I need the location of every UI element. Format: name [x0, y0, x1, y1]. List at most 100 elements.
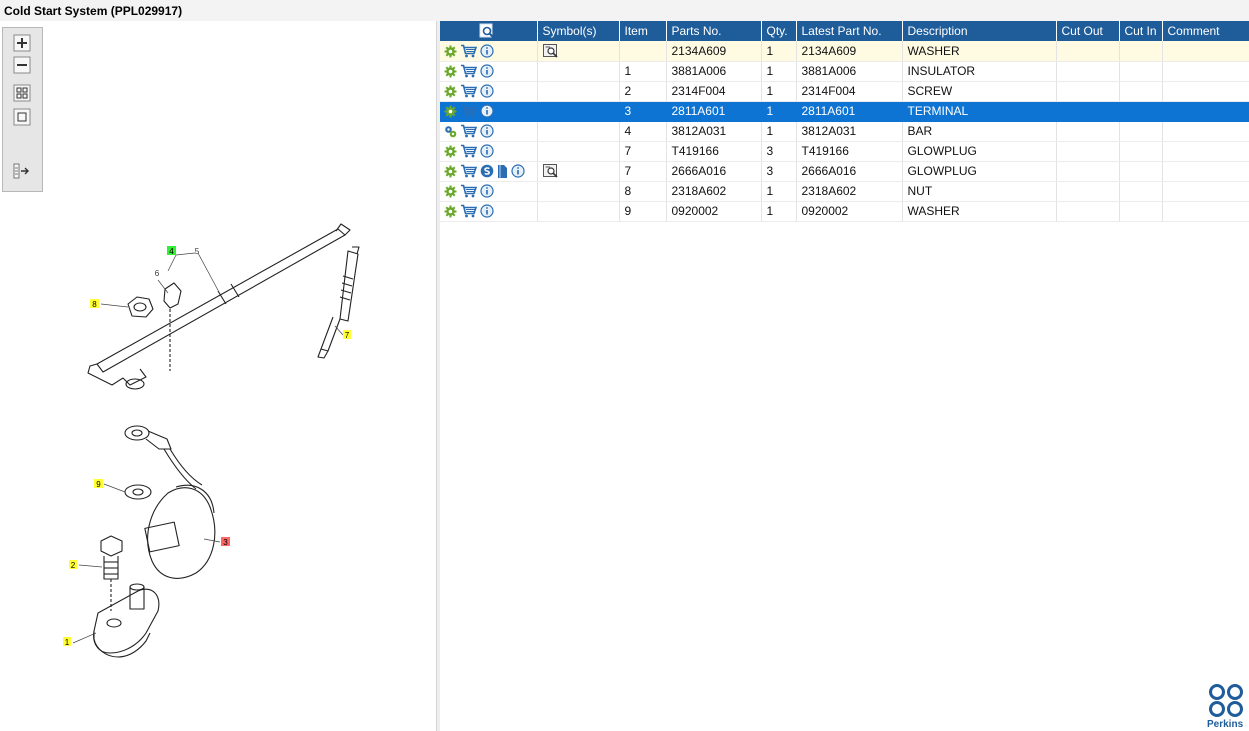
cell-item: 8 [619, 181, 667, 202]
cell-qty: 1 [761, 81, 797, 102]
callout-6[interactable]: 6 [155, 269, 160, 278]
cell-parts-no: 2811A601 [666, 101, 762, 122]
svg-text:9: 9 [96, 480, 101, 489]
info-icon[interactable] [480, 44, 494, 58]
service-icon[interactable] [480, 164, 494, 178]
gear-icon[interactable] [444, 145, 457, 158]
gears-icon[interactable] [444, 125, 457, 138]
info-icon[interactable] [480, 144, 494, 159]
info-icon[interactable] [480, 104, 494, 119]
gear-icon[interactable] [444, 45, 457, 58]
table-row[interactable]: 9 0920002 1 0920002 WASHER [440, 201, 1249, 222]
table-row[interactable]: 4 3812A031 1 3812A031 BAR [440, 121, 1249, 142]
column-header-item[interactable]: Item [619, 21, 667, 41]
cart-icon[interactable] [460, 204, 477, 218]
cell-cut-out [1056, 81, 1120, 102]
fit-all-icon[interactable] [13, 84, 31, 102]
cart-icon[interactable] [460, 44, 477, 58]
cell-symbols [537, 101, 620, 122]
header-search-icon[interactable] [440, 21, 538, 41]
actual-size-icon[interactable] [13, 108, 31, 126]
callout-2[interactable]: 2 [69, 560, 77, 570]
parts-table: Symbol(s) Item Parts No. Qty. Latest Par… [440, 21, 1249, 222]
gear-icon[interactable] [444, 105, 457, 118]
info-icon[interactable] [480, 124, 494, 139]
cell-parts-no: 3881A006 [666, 61, 762, 82]
callout-5[interactable]: 5 [195, 247, 200, 256]
cell-latest-part-no: 3881A006 [796, 61, 903, 82]
callout-9[interactable]: 9 [94, 479, 103, 489]
cart-icon[interactable] [460, 64, 477, 78]
cart-icon[interactable] [460, 164, 477, 178]
cell-cut-in [1119, 181, 1163, 202]
window-title: Cold Start System (PPL029917) [4, 4, 183, 18]
svg-text:4: 4 [169, 247, 174, 256]
zoom-out-icon[interactable] [13, 56, 31, 74]
cell-description: INSULATOR [902, 61, 1057, 82]
row-action-icons [440, 141, 538, 162]
toggle-panel-icon[interactable] [13, 162, 31, 180]
bar-part [96, 228, 346, 373]
callout-8[interactable]: 8 [90, 299, 99, 309]
cell-item: 1 [619, 61, 667, 82]
column-header-cut-out[interactable]: Cut Out [1056, 21, 1120, 41]
cart-icon[interactable] [460, 144, 477, 158]
table-row[interactable]: 1 3881A006 1 3881A006 INSULATOR [440, 61, 1249, 82]
callout-1[interactable]: 1 [63, 637, 71, 647]
screw-part [100, 535, 123, 557]
table-row[interactable]: 2134A609 1 2134A609 WASHER [440, 41, 1249, 62]
search-icon[interactable] [479, 23, 495, 39]
column-header-parts-no[interactable]: Parts No. [666, 21, 762, 41]
cell-latest-part-no: T419166 [796, 141, 903, 162]
cart-icon[interactable] [460, 104, 477, 118]
perkins-logo-text: Perkins [1207, 719, 1244, 730]
cell-description: WASHER [902, 201, 1057, 222]
cart-icon[interactable] [460, 124, 477, 138]
table-row[interactable]: 7 T419166 3 T419166 GLOWPLUG [440, 141, 1249, 162]
column-header-symbols[interactable]: Symbol(s) [537, 21, 620, 41]
gear-icon[interactable] [444, 165, 457, 178]
table-row[interactable]: 2 2314F004 1 2314F004 SCREW [440, 81, 1249, 102]
cell-qty: 3 [761, 141, 797, 162]
zoom-toolbar [2, 27, 43, 192]
info-icon[interactable] [511, 164, 525, 178]
doc-search-icon[interactable] [542, 164, 559, 178]
callout-3[interactable]: 3 [221, 537, 230, 547]
cell-cut-out [1056, 41, 1120, 62]
column-header-cut-in[interactable]: Cut In [1119, 21, 1163, 41]
column-header-qty[interactable]: Qty. [761, 21, 797, 41]
callout-7[interactable]: 7 [343, 330, 351, 340]
exploded-parts-diagram[interactable]: 1 2 3 4 5 6 7 8 9 [0, 21, 436, 731]
callout-4[interactable]: 4 [167, 246, 176, 256]
info-icon[interactable] [480, 204, 494, 219]
terminal-ring [124, 425, 150, 441]
gear-icon[interactable] [444, 85, 457, 98]
column-header-description[interactable]: Description [902, 21, 1057, 41]
clip-part [163, 282, 182, 309]
diagram-pane[interactable]: 1 2 3 4 5 6 7 8 9 [0, 21, 436, 731]
cart-icon[interactable] [460, 84, 477, 98]
table-row[interactable]: 7 2666A016 3 2666A016 GLOWPLUG [440, 161, 1249, 182]
column-header-latest-part-no[interactable]: Latest Part No. [796, 21, 903, 41]
zoom-in-icon[interactable] [13, 34, 31, 52]
cell-comment [1162, 101, 1249, 122]
svg-text:3: 3 [223, 538, 228, 547]
info-icon[interactable] [480, 84, 494, 99]
column-header-comment[interactable]: Comment [1162, 21, 1249, 41]
cell-cut-out [1056, 141, 1120, 162]
info-icon[interactable] [480, 64, 494, 79]
document-icon[interactable] [497, 164, 508, 179]
cell-symbols [537, 161, 620, 182]
gear-icon[interactable] [444, 65, 457, 78]
cell-comment [1162, 141, 1249, 162]
info-icon[interactable] [480, 184, 494, 199]
cell-parts-no: 2134A609 [666, 41, 762, 62]
gear-icon[interactable] [444, 185, 457, 198]
gear-icon[interactable] [444, 205, 457, 218]
cell-cut-in [1119, 161, 1163, 182]
cart-icon[interactable] [460, 184, 477, 198]
table-row[interactable]: 8 2318A602 1 2318A602 NUT [440, 181, 1249, 202]
cell-symbols [537, 201, 620, 222]
doc-search-icon[interactable] [542, 44, 559, 58]
table-row[interactable]: 3 2811A601 1 2811A601 TERMINAL [440, 101, 1249, 122]
